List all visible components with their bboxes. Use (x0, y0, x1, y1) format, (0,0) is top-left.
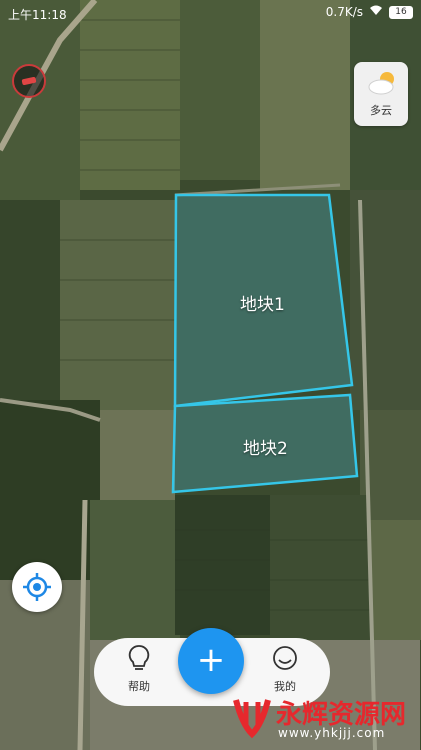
compass-icon[interactable] (12, 64, 46, 98)
plot-2-label[interactable]: 地块2 (243, 434, 288, 459)
watermark-url: www.yhkjjj.com (278, 726, 386, 740)
locate-button[interactable] (12, 562, 62, 612)
help-button[interactable]: 帮助 (110, 644, 168, 694)
weather-button[interactable]: 多云 (354, 62, 408, 126)
lightbulb-icon (128, 645, 150, 670)
add-plot-button[interactable]: + (178, 628, 244, 694)
cloud-sun-icon (368, 72, 394, 95)
wifi-icon (369, 5, 383, 19)
plot-1-label[interactable]: 地块1 (240, 290, 285, 315)
weather-label: 多云 (370, 104, 392, 117)
crosshair-icon (23, 573, 51, 601)
status-time: 上午11:18 (8, 8, 67, 22)
help-label: 帮助 (128, 680, 150, 693)
mine-button[interactable]: 我的 (256, 644, 314, 694)
watermark: 永辉资源网 www.yhkjjj.com (232, 692, 418, 748)
watermark-logo-icon (233, 699, 271, 739)
battery-indicator: 16 (389, 5, 413, 19)
network-speed: 0.7K/s (325, 5, 363, 19)
user-face-icon (273, 646, 297, 670)
status-bar: 上午11:18 0.7K/s 16 (0, 0, 421, 28)
